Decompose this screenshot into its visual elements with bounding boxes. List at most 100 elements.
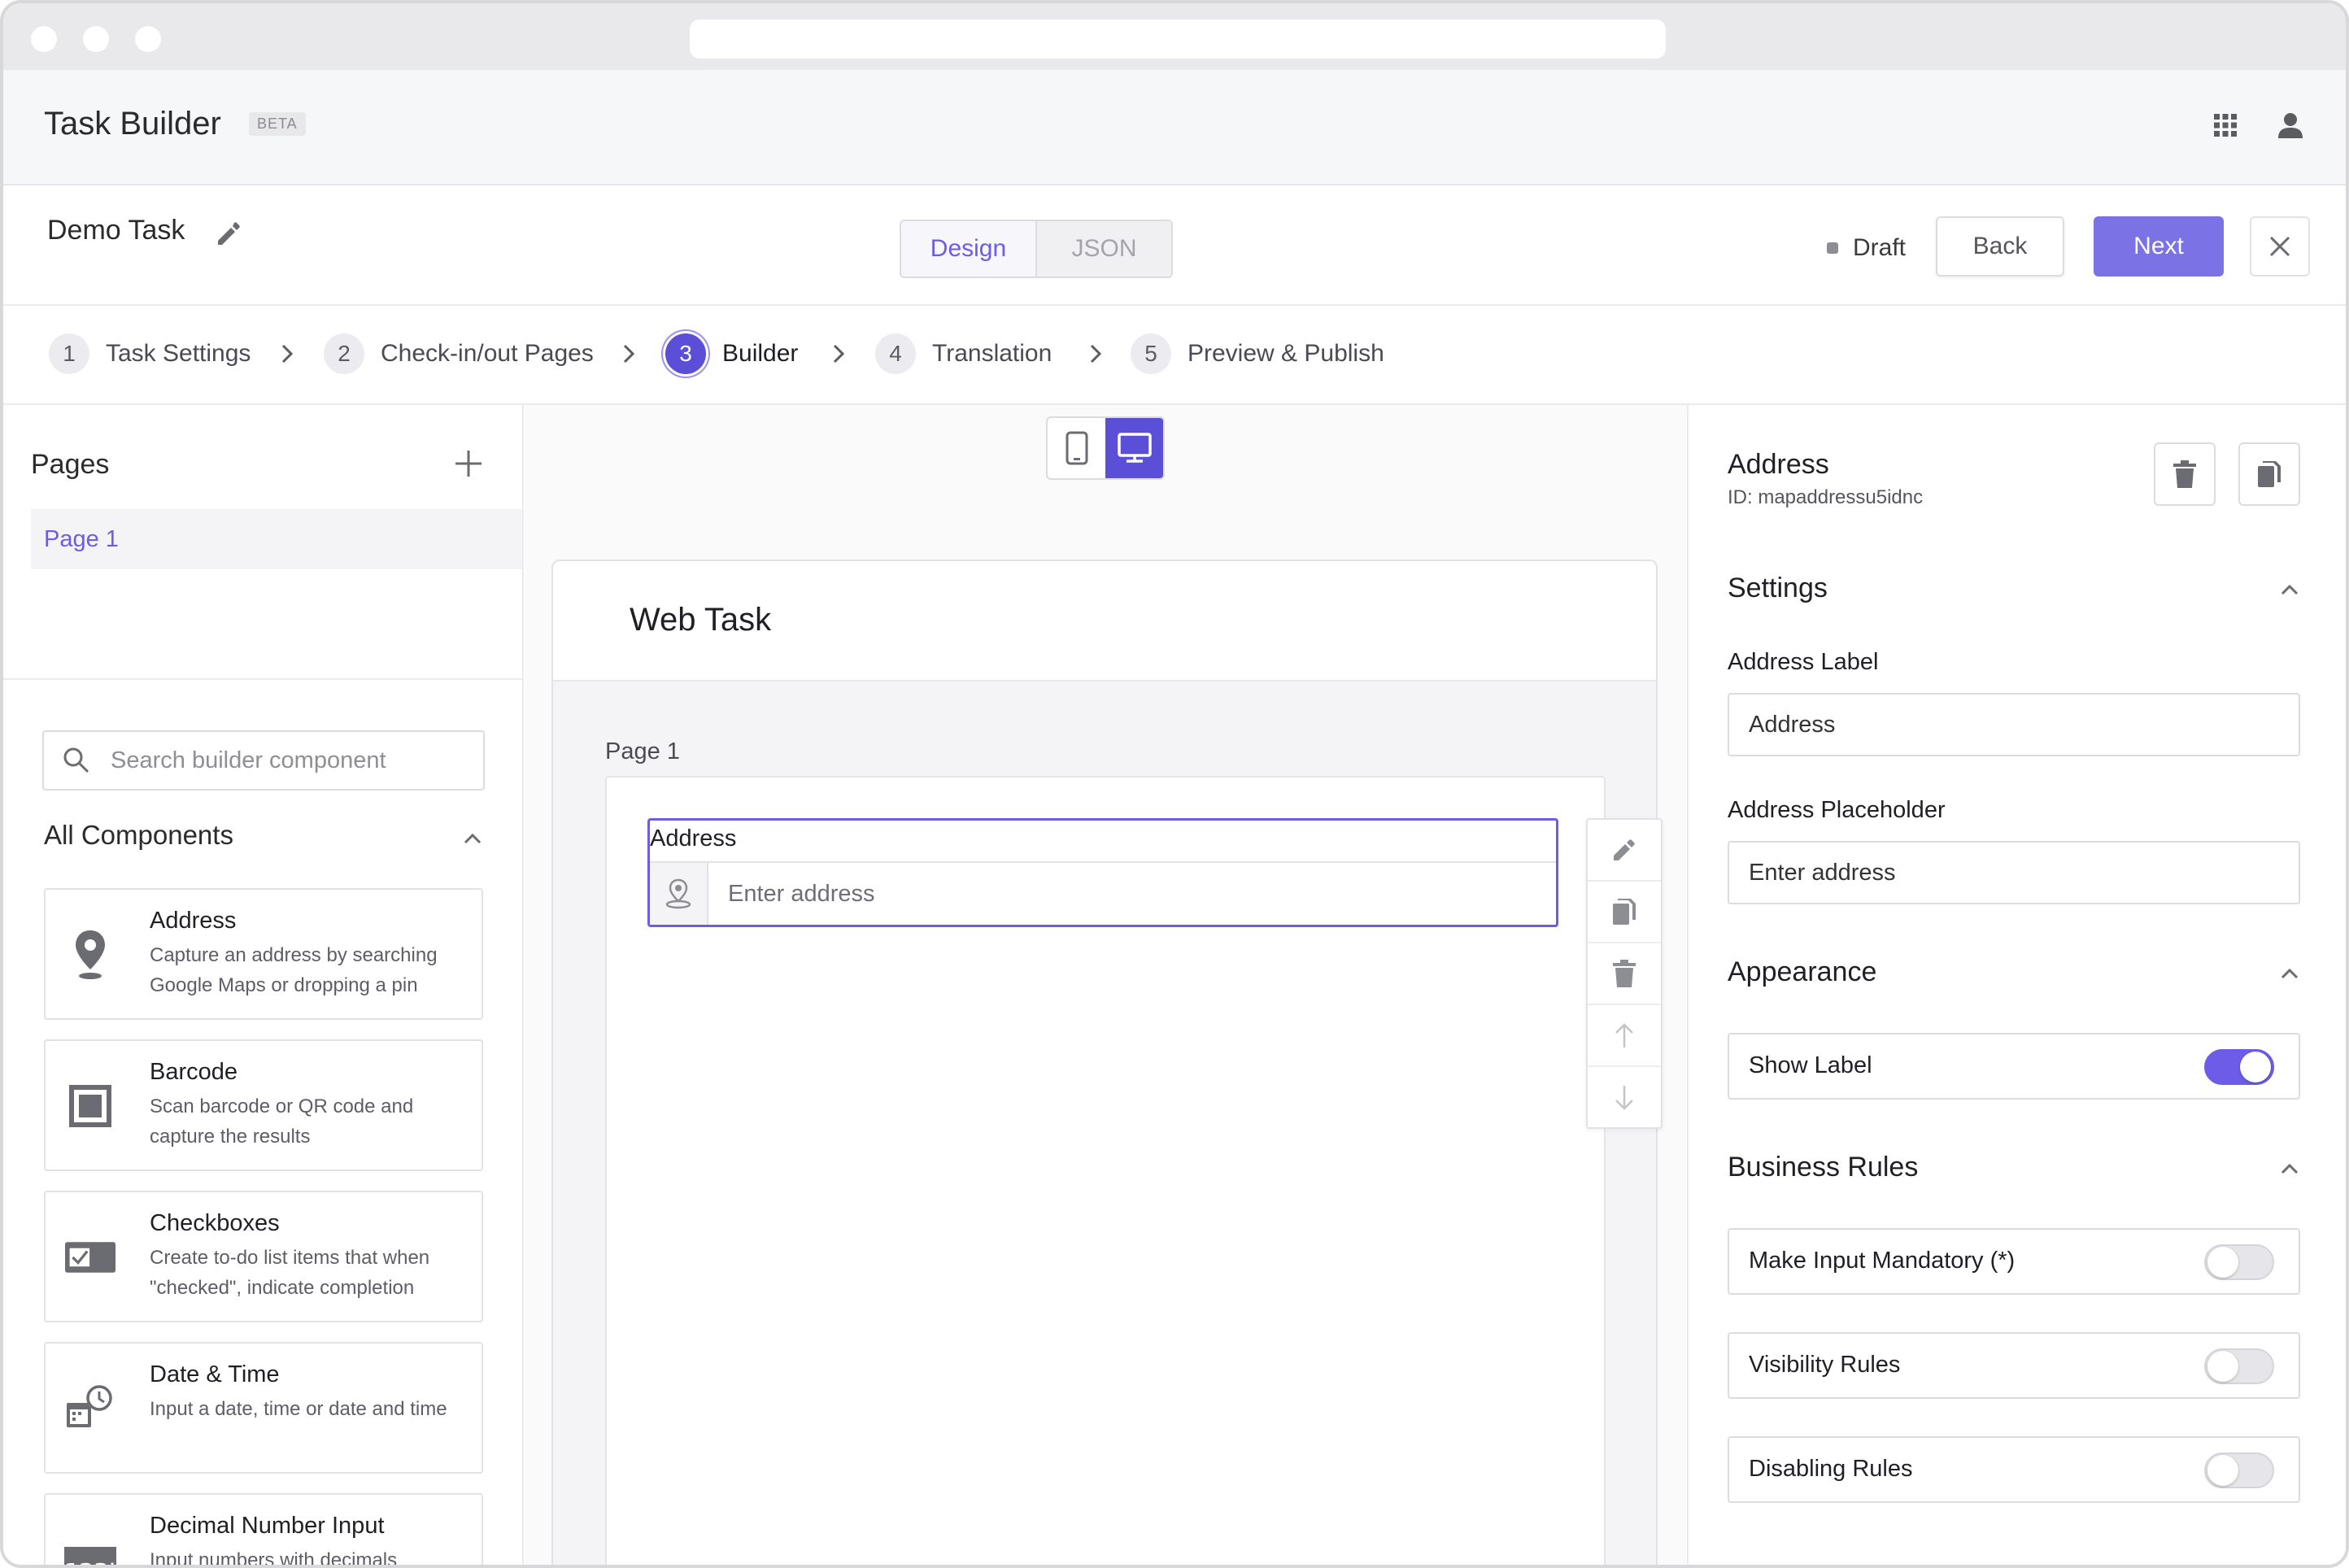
address-placeholder-title: Address Placeholder xyxy=(1728,797,1946,823)
component-title: Date & Time xyxy=(150,1361,280,1387)
step-label: Translation xyxy=(932,340,1052,367)
page-list-item[interactable]: Page 1 xyxy=(31,509,522,569)
beta-badge: BETA xyxy=(249,112,306,136)
component-card-checkboxes[interactable]: Checkboxes Create to-do list items that … xyxy=(44,1191,483,1322)
properties-panel: Address ID: mapaddressu5idnc Settings Ad… xyxy=(1687,405,2346,1565)
toggle-knob xyxy=(2207,1247,2238,1278)
task-toolbar: Demo Task Design JSON Draft Back Next xyxy=(3,185,2346,306)
edit-task-name-pencil-icon[interactable] xyxy=(211,216,246,250)
address-label-input[interactable] xyxy=(1728,693,2300,756)
address-input[interactable] xyxy=(708,863,1556,925)
move-up-button[interactable] xyxy=(1588,1005,1661,1067)
chevron-up-icon[interactable] xyxy=(2277,961,2302,986)
component-title: Decimal Number Input xyxy=(150,1513,385,1539)
step-preview-publish[interactable]: 5 Preview & Publish xyxy=(1131,333,1384,374)
step-task-settings[interactable]: 1 Task Settings xyxy=(49,333,251,374)
step-number: 2 xyxy=(324,333,364,374)
chevron-right-icon xyxy=(833,344,845,364)
disabling-rules-toggle[interactable] xyxy=(2204,1453,2274,1488)
window-maximize-dot[interactable] xyxy=(135,26,161,52)
web-task-header: Web Task xyxy=(553,561,1656,682)
location-pin-icon xyxy=(650,863,708,925)
step-translation[interactable]: 4 Translation xyxy=(875,333,1052,374)
duplicate-component-button[interactable] xyxy=(2238,442,2300,506)
close-button[interactable] xyxy=(2250,216,2310,277)
chevron-up-icon[interactable] xyxy=(2277,577,2302,602)
duplicate-field-button[interactable] xyxy=(1588,882,1661,943)
mobile-view-button[interactable] xyxy=(1048,418,1105,478)
trash-icon xyxy=(1613,960,1636,987)
window-close-dot[interactable] xyxy=(31,26,57,52)
address-field-selected[interactable]: Address xyxy=(647,818,1558,927)
builder-canvas: Web Task Page 1 Address xyxy=(525,405,1687,1565)
delete-component-button[interactable] xyxy=(2154,442,2216,506)
browser-chrome xyxy=(3,3,2346,70)
step-builder[interactable]: 3 Builder xyxy=(665,333,798,374)
mandatory-input-toggle[interactable] xyxy=(2204,1244,2274,1280)
draft-status-dot-icon xyxy=(1827,242,1838,254)
status-badge: Draft xyxy=(1827,234,1906,262)
app-title: Task Builder xyxy=(44,106,221,142)
component-description: Input a date, time or date and time xyxy=(150,1398,447,1420)
component-card-date-time[interactable]: Date & Time Input a date, time or date a… xyxy=(44,1342,483,1474)
visibility-rules-text: Visibility Rules xyxy=(1749,1352,1901,1378)
toggle-knob xyxy=(2240,1052,2271,1082)
component-card-address[interactable]: Address Capture an address by searching … xyxy=(44,888,483,1020)
search-input[interactable] xyxy=(111,747,468,774)
business-rules-section-title: Business Rules xyxy=(1728,1152,1919,1183)
task-name: Demo Task xyxy=(47,215,185,246)
component-id: ID: mapaddressu5idnc xyxy=(1728,486,1924,508)
web-task-preview: Web Task Page 1 Address xyxy=(551,560,1658,1565)
edit-field-button[interactable] xyxy=(1588,820,1661,882)
back-button[interactable]: Back xyxy=(1936,216,2064,277)
builder-stepper: 1 Task Settings 2 Check-in/out Pages 3 B… xyxy=(3,306,2346,405)
field-action-toolbar xyxy=(1586,818,1663,1129)
arrow-down-icon xyxy=(1615,1086,1633,1110)
step-number: 1 xyxy=(49,333,89,374)
component-search xyxy=(42,730,485,791)
all-components-title: All Components xyxy=(44,820,233,850)
page-card: Address xyxy=(605,776,1606,1565)
delete-field-button[interactable] xyxy=(1588,943,1661,1005)
calendar-clock-icon xyxy=(65,1376,115,1441)
chevron-right-icon xyxy=(623,344,635,364)
divider xyxy=(3,678,524,680)
desktop-view-button[interactable] xyxy=(1105,418,1163,478)
component-card-decimal-number-input[interactable]: 123| Decimal Number Input Input numbers … xyxy=(44,1493,483,1568)
component-card-barcode[interactable]: Barcode Scan barcode or QR code and capt… xyxy=(44,1039,483,1171)
address-input-row xyxy=(650,861,1556,925)
chevron-right-icon xyxy=(281,344,294,364)
component-description: Capture an address by searching Google M… xyxy=(150,944,438,996)
close-icon xyxy=(2269,236,2290,257)
component-title: Address xyxy=(150,908,237,934)
settings-section-title: Settings xyxy=(1728,573,1828,603)
step-label: Preview & Publish xyxy=(1188,340,1384,367)
step-check-in-out-pages[interactable]: 2 Check-in/out Pages xyxy=(324,333,594,374)
chevron-up-icon[interactable] xyxy=(460,826,485,851)
appearance-section-title: Appearance xyxy=(1728,956,1877,987)
disabling-rules-text: Disabling Rules xyxy=(1749,1456,1913,1482)
toggle-knob xyxy=(2207,1351,2238,1382)
mandatory-input-text: Make Input Mandatory (*) xyxy=(1749,1248,2016,1274)
step-number: 4 xyxy=(875,333,916,374)
address-placeholder-input[interactable] xyxy=(1728,841,2300,904)
next-button[interactable]: Next xyxy=(2094,216,2224,277)
chevron-up-icon[interactable] xyxy=(2277,1156,2302,1181)
add-page-plus-icon[interactable] xyxy=(452,447,485,480)
tab-design[interactable]: Design xyxy=(901,221,1037,277)
address-bar[interactable] xyxy=(690,20,1666,59)
browser-window: Task Builder BETA Demo Task Design JSON xyxy=(0,0,2349,1568)
user-account-icon[interactable] xyxy=(2273,107,2308,143)
visibility-rules-toggle[interactable] xyxy=(2204,1348,2274,1384)
step-label: Check-in/out Pages xyxy=(381,340,594,367)
component-description: Input numbers with decimals xyxy=(150,1549,398,1568)
apps-grid-icon[interactable] xyxy=(2207,107,2243,143)
design-json-toggle: Design JSON xyxy=(900,220,1173,278)
show-label-toggle[interactable] xyxy=(2204,1049,2274,1085)
app-header: Task Builder BETA xyxy=(3,70,2346,185)
checkbox-icon xyxy=(65,1225,115,1290)
tab-json[interactable]: JSON xyxy=(1037,221,1171,277)
window-minimize-dot[interactable] xyxy=(83,26,109,52)
move-down-button[interactable] xyxy=(1588,1067,1661,1129)
disabling-rules-row: Disabling Rules xyxy=(1728,1436,2300,1503)
